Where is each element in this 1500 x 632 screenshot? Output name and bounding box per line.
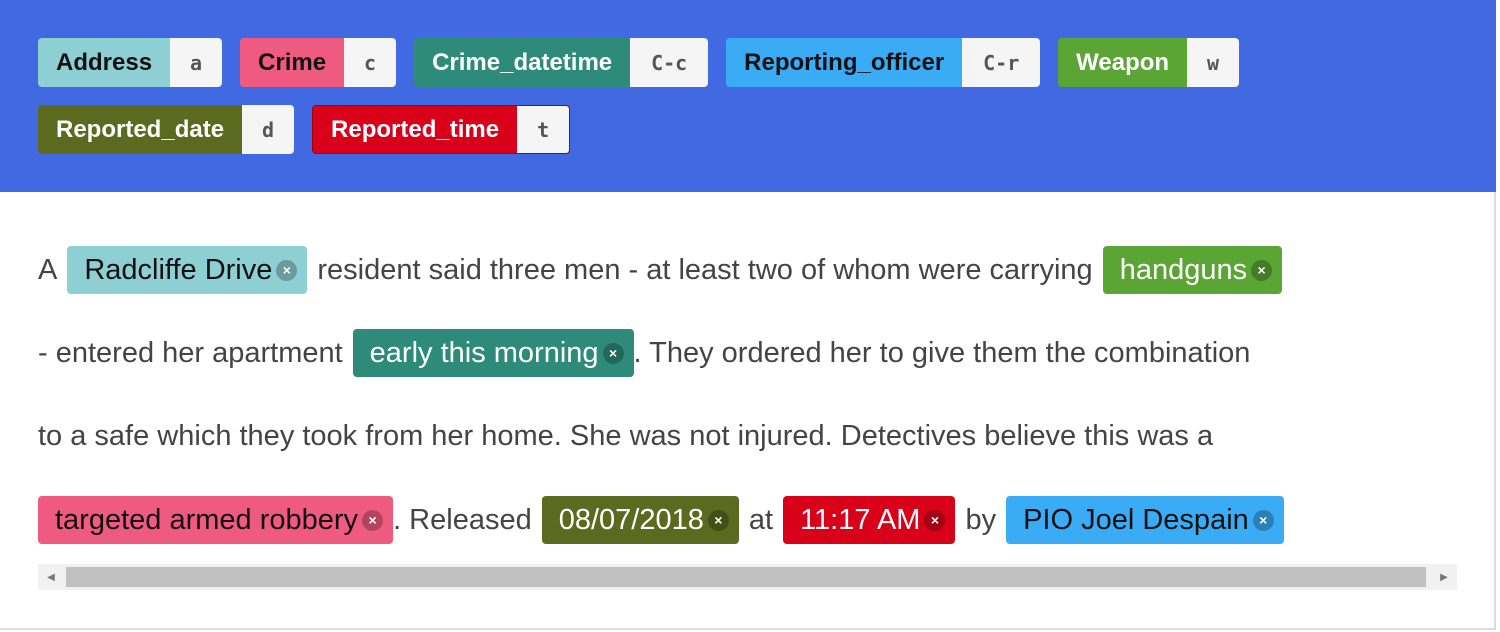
horizontal-scrollbar[interactable]: ◀ ▶	[38, 564, 1457, 590]
label-name: Reporting_officer	[726, 38, 963, 87]
shortcut-key: t	[517, 106, 570, 153]
entity-tag-reporting-officer[interactable]: PIO Joel Despain ×	[1006, 496, 1284, 544]
shortcut-key: a	[170, 38, 223, 87]
entity-tag-address[interactable]: Radcliffe Drive ×	[67, 246, 308, 294]
scroll-right-arrow-icon[interactable]: ▶	[1431, 564, 1457, 590]
close-icon[interactable]: ×	[1251, 259, 1273, 281]
entity-tag-weapon[interactable]: handguns ×	[1102, 246, 1283, 294]
tag-text: targeted armed robbery	[55, 503, 359, 536]
label-crime-datetime-button[interactable]: Crime_datetime C-c	[414, 38, 709, 87]
text-segment: . Released	[393, 503, 532, 536]
text-line: targeted armed robbery × . Released 08/07…	[38, 496, 1294, 544]
tag-text: handguns	[1119, 253, 1248, 286]
tag-text: 11:17 AM	[800, 503, 921, 536]
label-name: Reported_time	[313, 106, 518, 153]
shortcut-key: C-c	[630, 38, 709, 87]
close-icon[interactable]: ×	[602, 342, 624, 364]
tag-text: 08/07/2018	[558, 503, 704, 536]
text-segment: . They ordered her to give them the comb…	[633, 336, 1251, 369]
entity-tag-reported-date[interactable]: 08/07/2018 ×	[541, 496, 739, 544]
label-name: Crime_datetime	[414, 38, 631, 87]
text-line: - entered her apartment early this morni…	[38, 329, 1250, 377]
shortcut-key: C-r	[962, 38, 1041, 87]
text-segment: at	[748, 503, 774, 536]
scrollbar-thumb[interactable]	[66, 567, 1426, 587]
label-name: Crime	[240, 38, 345, 87]
text-segment: resident said three men - at least two o…	[317, 253, 1093, 286]
shortcut-key: d	[242, 105, 295, 154]
entity-tag-crime-datetime[interactable]: early this morning ×	[352, 329, 634, 377]
shortcut-key: c	[344, 38, 397, 87]
text-line: to a safe which they took from her home.…	[38, 412, 1213, 460]
tag-text: Radcliffe Drive	[84, 253, 273, 286]
label-address-button[interactable]: Address a	[38, 38, 223, 87]
label-reporting-officer-button[interactable]: Reporting_officer C-r	[726, 38, 1041, 87]
scroll-left-arrow-icon[interactable]: ◀	[38, 564, 64, 590]
label-reported-time-button[interactable]: Reported_time t	[312, 105, 571, 154]
text-segment: to a safe which they took from her home.…	[38, 419, 1214, 452]
close-icon[interactable]: ×	[276, 259, 298, 281]
label-reported-date-button[interactable]: Reported_date d	[38, 105, 295, 154]
entity-tag-reported-time[interactable]: 11:17 AM ×	[783, 496, 956, 544]
shortcut-key: w	[1187, 38, 1240, 87]
label-name: Reported_date	[38, 105, 243, 154]
close-icon[interactable]: ×	[362, 509, 384, 531]
close-icon[interactable]: ×	[924, 509, 946, 531]
text-segment: by	[965, 503, 997, 536]
close-icon[interactable]: ×	[707, 509, 729, 531]
text-segment: - entered her apartment	[38, 336, 343, 369]
label-name: Weapon	[1058, 38, 1188, 87]
label-crime-button[interactable]: Crime c	[240, 38, 397, 87]
tag-text: early this morning	[369, 336, 599, 369]
close-icon[interactable]: ×	[1252, 509, 1274, 531]
label-weapon-button[interactable]: Weapon w	[1058, 38, 1240, 87]
label-toolbar: Address a Crime c Crime_datetime C-c Report…	[0, 0, 1496, 192]
tag-text: PIO Joel Despain	[1023, 503, 1249, 536]
text-line: A Radcliffe Drive × resident said three m…	[38, 246, 1292, 294]
text-segment: A	[38, 253, 58, 286]
label-name: Address	[38, 38, 171, 87]
entity-tag-crime[interactable]: targeted armed robbery ×	[38, 496, 394, 544]
